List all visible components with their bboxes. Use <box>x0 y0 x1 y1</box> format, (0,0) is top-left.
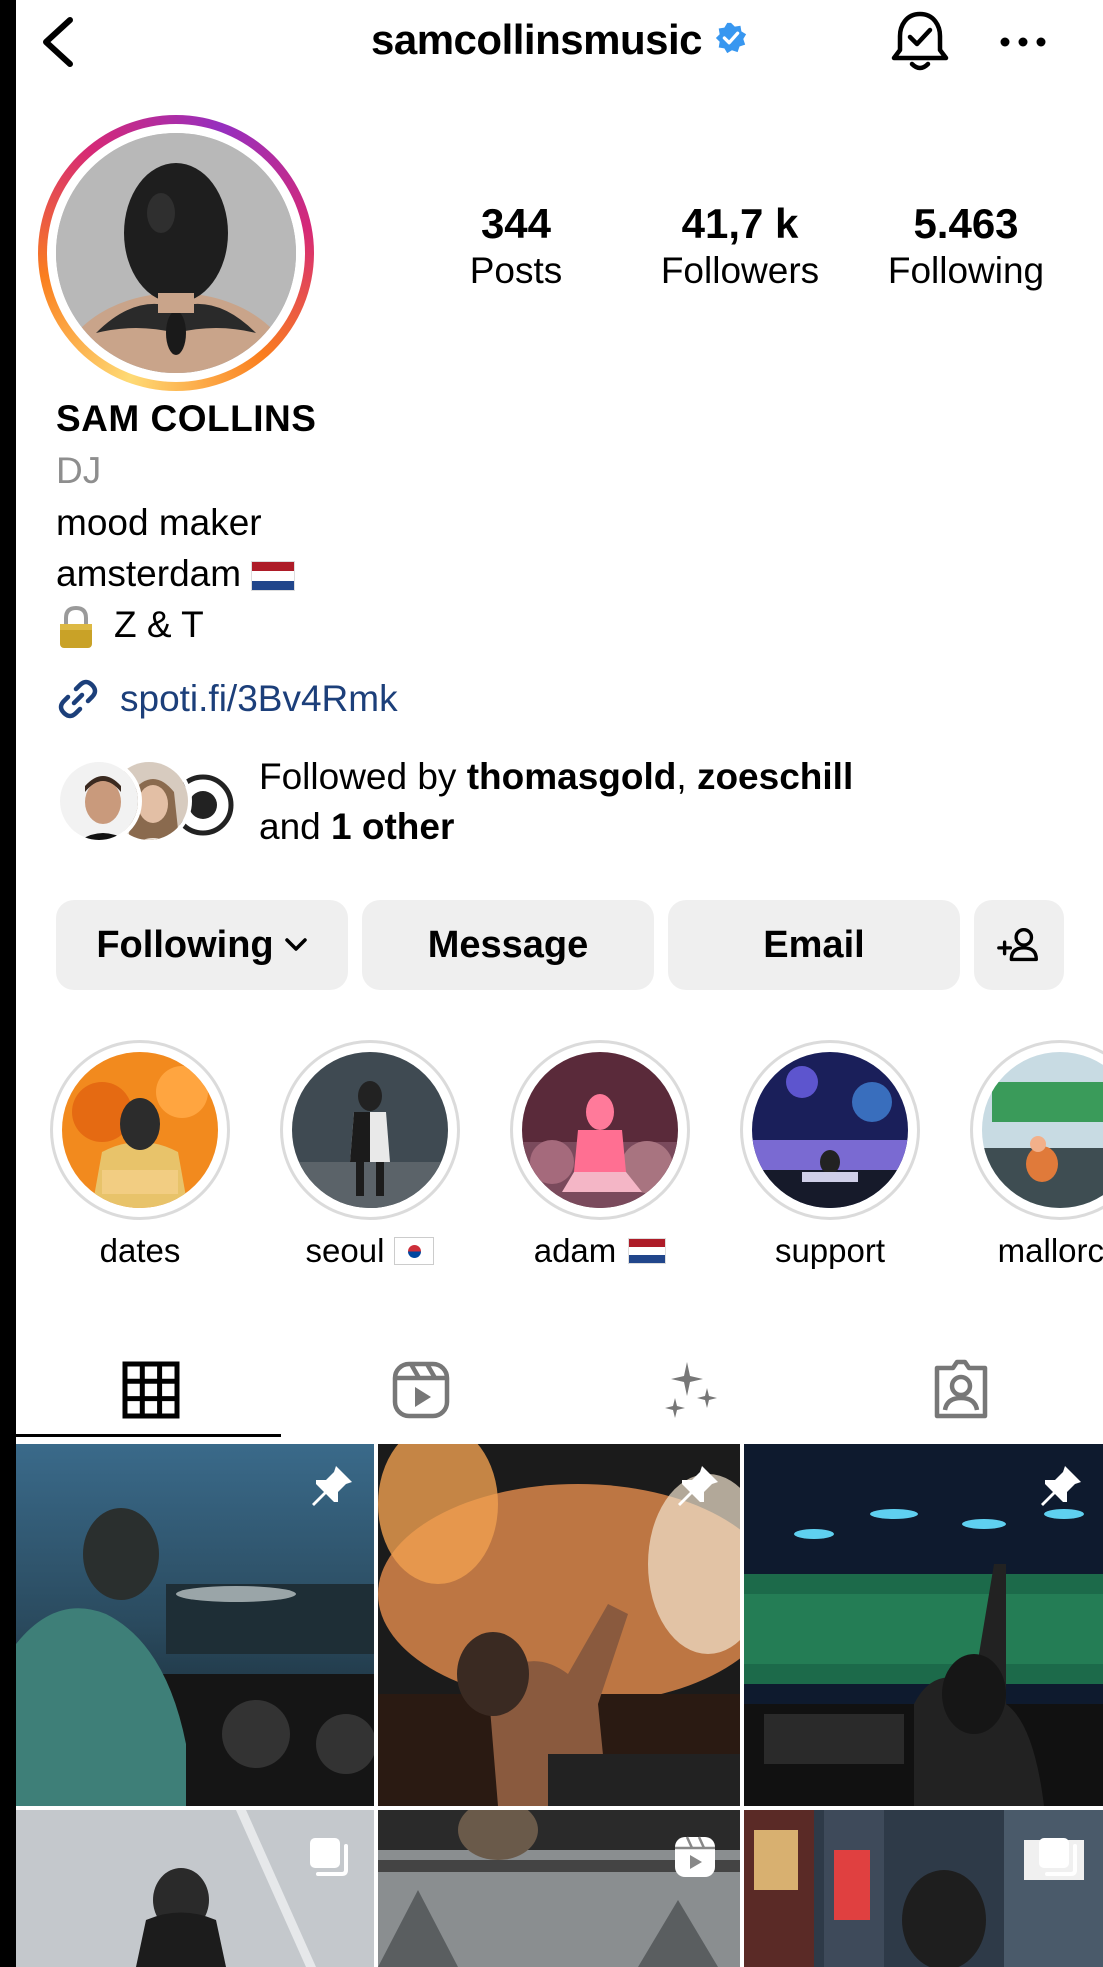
bio-line-2-text: amsterdam <box>56 553 242 594</box>
profile-name: SAM COLLINS <box>56 398 317 439</box>
chevron-down-icon <box>284 938 307 951</box>
followers-stat[interactable]: 41,7 k Followers <box>640 200 840 294</box>
email-button[interactable]: Email <box>668 900 960 990</box>
posts-stat[interactable]: 344 Posts <box>416 200 616 294</box>
suggest-people-button[interactable] <box>974 900 1064 990</box>
followers-count: 41,7 k <box>681 200 799 247</box>
highlight-label: adam <box>510 1232 690 1270</box>
grid-post-5[interactable] <box>378 1810 740 1967</box>
followed-by-text[interactable]: Followed by thomasgold, zoeschill and 1 … <box>259 752 853 852</box>
avatar-image <box>56 133 296 373</box>
south-korea-flag-icon <box>394 1237 435 1265</box>
email-button-label: Email <box>763 923 865 966</box>
mutual-followers-avatars[interactable] <box>56 758 256 848</box>
followed-by-separator: , <box>676 756 697 797</box>
grid-post-2[interactable] <box>378 1444 740 1806</box>
followed-by-prefix: Followed by <box>259 756 467 797</box>
bell-check-icon[interactable] <box>888 6 952 78</box>
profile-category: DJ <box>56 450 102 491</box>
highlight-cover <box>292 1052 448 1208</box>
more-horizontal-icon[interactable] <box>998 28 1048 56</box>
profile-screen: samcollinsmusic 344 Posts 41,7 k Followe… <box>16 0 1103 1967</box>
highlight-cover <box>752 1052 908 1208</box>
link-icon <box>54 675 102 723</box>
bio-line-1: mood maker <box>56 502 262 543</box>
netherlands-flag-icon <box>251 561 296 592</box>
pin-icon <box>1041 1466 1081 1506</box>
reels-icon <box>392 1361 450 1419</box>
tagged-user-icon <box>934 1359 988 1419</box>
message-button-label: Message <box>427 923 589 966</box>
active-tab-indicator <box>16 1434 281 1437</box>
message-button[interactable]: Message <box>362 900 654 990</box>
highlight-dates-label: dates <box>99 1232 181 1269</box>
highlight-adam[interactable]: adam <box>510 1040 690 1270</box>
add-person-icon <box>997 927 1038 962</box>
posts-label: Posts <box>469 250 563 291</box>
sparkles-icon <box>665 1362 717 1418</box>
tab-reels[interactable] <box>286 1340 556 1440</box>
followed-by-and: and <box>259 806 332 847</box>
netherlands-flag-icon <box>628 1238 667 1264</box>
pin-icon <box>312 1466 352 1506</box>
followed-by-other[interactable]: 1 other <box>331 806 454 847</box>
following-label: Following <box>887 250 1045 291</box>
mutual-avatar-1 <box>56 758 142 844</box>
following-count: 5.463 <box>913 200 1019 247</box>
highlight-label: mallorca <box>970 1232 1103 1270</box>
tab-ai[interactable] <box>556 1340 826 1440</box>
highlight-label: support <box>740 1232 920 1270</box>
highlight-mallorca-label: mallorca <box>997 1232 1103 1269</box>
highlight-label: seoul <box>280 1232 460 1270</box>
grid-icon <box>122 1361 180 1419</box>
highlight-cover <box>982 1052 1103 1208</box>
bio-line-3-text: Z & T <box>114 604 204 645</box>
username-title: samcollinsmusic <box>371 16 702 63</box>
followed-by-user-1[interactable]: thomasgold <box>467 756 677 797</box>
highlight-label: dates <box>50 1232 230 1270</box>
highlight-adam-label: adam <box>533 1232 617 1269</box>
grid-post-1[interactable] <box>16 1444 374 1806</box>
following-button-label: Following <box>96 923 274 966</box>
highlight-cover <box>522 1052 678 1208</box>
profile-link[interactable]: spoti.fi/3Bv4Rmk <box>54 675 398 723</box>
lock-icon <box>56 605 96 649</box>
verified-badge-icon <box>714 21 748 60</box>
pin-icon <box>678 1466 718 1506</box>
grid-post-3[interactable] <box>744 1444 1103 1806</box>
following-button[interactable]: Following <box>56 900 348 990</box>
grid-post-6[interactable] <box>744 1810 1103 1967</box>
reels-icon <box>675 1836 715 1877</box>
avatar[interactable] <box>38 115 314 391</box>
highlight-support-label: support <box>774 1232 886 1269</box>
following-stat[interactable]: 5.463 Following <box>866 200 1066 294</box>
profile-link-text[interactable]: spoti.fi/3Bv4Rmk <box>120 678 398 720</box>
highlight-support[interactable]: support <box>740 1040 920 1270</box>
highlight-dates[interactable]: dates <box>50 1040 230 1270</box>
posts-count: 344 <box>480 200 552 247</box>
followed-by-user-2[interactable]: zoeschill <box>697 756 853 797</box>
highlight-cover <box>62 1052 218 1208</box>
bio-line-2: amsterdam <box>56 549 296 599</box>
highlight-seoul[interactable]: seoul <box>280 1040 460 1270</box>
highlight-mallorca[interactable]: mallorca <box>970 1040 1103 1270</box>
highlight-seoul-label: seoul <box>305 1232 385 1269</box>
tab-tagged[interactable] <box>826 1340 1096 1440</box>
bio-line-3: Z & T <box>56 600 204 650</box>
followers-label: Followers <box>660 250 820 291</box>
carousel-icon <box>310 1838 348 1876</box>
carousel-icon <box>1039 1838 1077 1876</box>
tab-posts-grid[interactable] <box>16 1340 286 1440</box>
grid-post-4[interactable] <box>16 1810 374 1967</box>
